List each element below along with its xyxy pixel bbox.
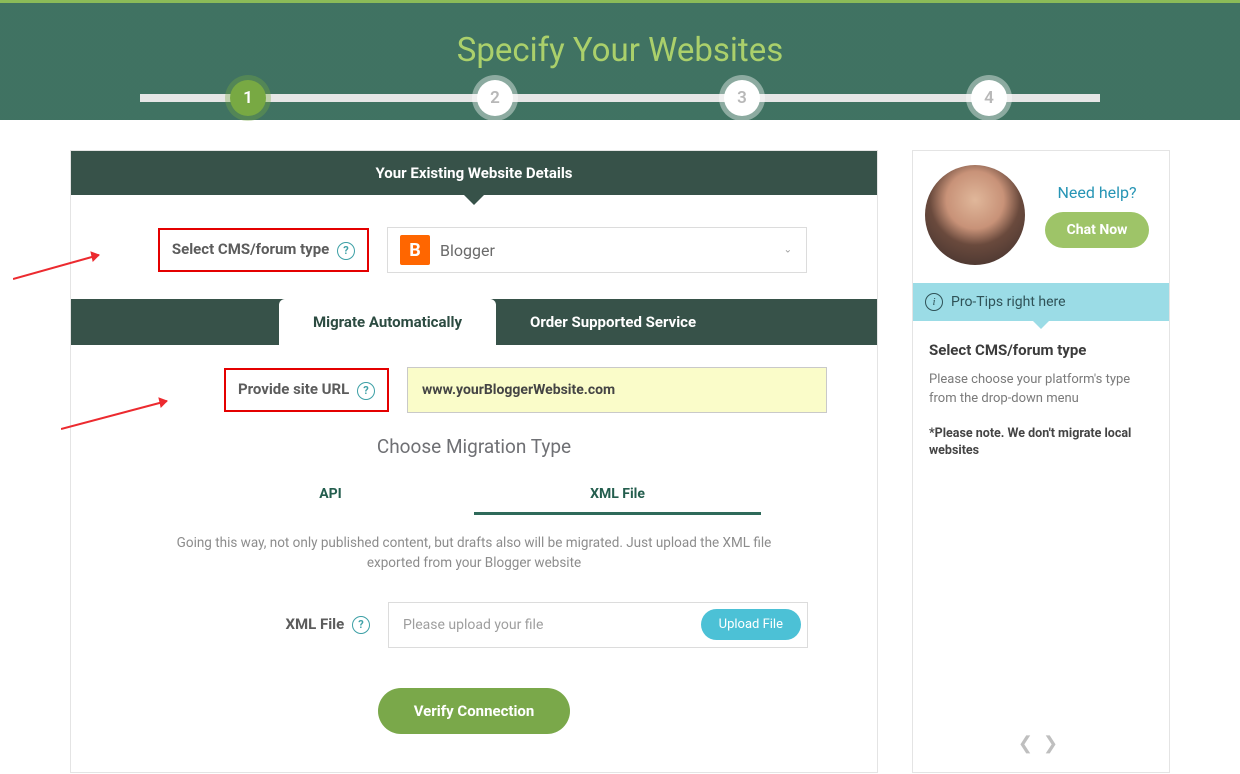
need-help-text: Need help? (1037, 183, 1157, 202)
hero-banner: Specify Your Websites (0, 0, 1240, 120)
pro-tips-bar: i Pro-Tips right here (913, 283, 1169, 321)
migrate-tabs: Migrate Automatically Order Supported Se… (71, 299, 877, 345)
url-input[interactable] (407, 367, 827, 413)
file-placeholder: Please upload your file (403, 617, 543, 633)
url-row: Provide site URL ? (89, 367, 859, 417)
tab-auto[interactable]: Migrate Automatically (279, 299, 496, 345)
chevron-down-icon: ⌄ (784, 245, 792, 256)
tab-supported[interactable]: Order Supported Service (496, 299, 730, 345)
next-tip-button[interactable]: ❯ (1041, 733, 1066, 754)
chat-now-button[interactable]: Chat Now (1045, 212, 1150, 248)
url-label: Provide site URL (238, 380, 349, 398)
step-3[interactable]: 3 (724, 80, 760, 116)
file-input[interactable]: Please upload your file Upload File (388, 602, 808, 648)
verify-connection-button[interactable]: Verify Connection (378, 688, 571, 734)
file-label-wrap: XML File ? (107, 615, 370, 634)
subtab-xml[interactable]: XML File (474, 476, 761, 515)
migration-desc: Going this way, not only published conte… (89, 533, 859, 574)
file-label: XML File (285, 615, 344, 633)
help-top: Need help? Chat Now (913, 151, 1169, 283)
tab-content: Provide site URL ? Choose Migration Type… (71, 345, 877, 772)
upload-file-button[interactable]: Upload File (701, 609, 801, 640)
cms-label-wrap: Select CMS/forum type ? (89, 228, 369, 271)
subtab-api[interactable]: API (187, 476, 474, 515)
step-4[interactable]: 4 (971, 80, 1007, 116)
migration-heading: Choose Migration Type (89, 435, 859, 458)
agent-avatar (925, 165, 1025, 265)
pro-tips-label: Pro-Tips right here (951, 294, 1066, 310)
help-icon[interactable]: ? (337, 242, 355, 260)
help-icon[interactable]: ? (352, 616, 370, 634)
help-icon[interactable]: ? (357, 382, 375, 400)
migration-sub-tabs: API XML File (187, 476, 761, 515)
blogger-icon: B (400, 235, 430, 265)
step-2[interactable]: 2 (477, 80, 513, 116)
url-label-wrap: Provide site URL ? (89, 368, 389, 411)
file-row: XML File ? Please upload your file Uploa… (89, 574, 859, 648)
step-1[interactable]: 1 (230, 80, 266, 116)
hero-title: Specify Your Websites (0, 3, 1240, 70)
form-panel: Your Existing Website Details Select CMS… (70, 150, 878, 773)
progress-line (140, 94, 1100, 102)
cms-dropdown[interactable]: B Blogger ⌄ (387, 227, 807, 273)
prev-tip-button[interactable]: ❮ (1016, 733, 1041, 754)
tip-title: Select CMS/forum type (929, 341, 1153, 359)
cms-row: Select CMS/forum type ? B Blogger ⌄ (71, 195, 877, 299)
info-icon: i (925, 293, 943, 311)
help-sidebar: Need help? Chat Now i Pro-Tips right her… (912, 150, 1170, 773)
tips-body: Select CMS/forum type Please choose your… (913, 321, 1169, 715)
tip-nav: ❮❯ (913, 715, 1169, 772)
tip-note: *Please note. We don't migrate local web… (929, 425, 1153, 460)
cms-selected: Blogger (440, 241, 495, 260)
cms-label: Select CMS/forum type (172, 240, 329, 258)
panel-title: Your Existing Website Details (71, 151, 877, 195)
tip-body: Please choose your platform's type from … (929, 371, 1153, 409)
